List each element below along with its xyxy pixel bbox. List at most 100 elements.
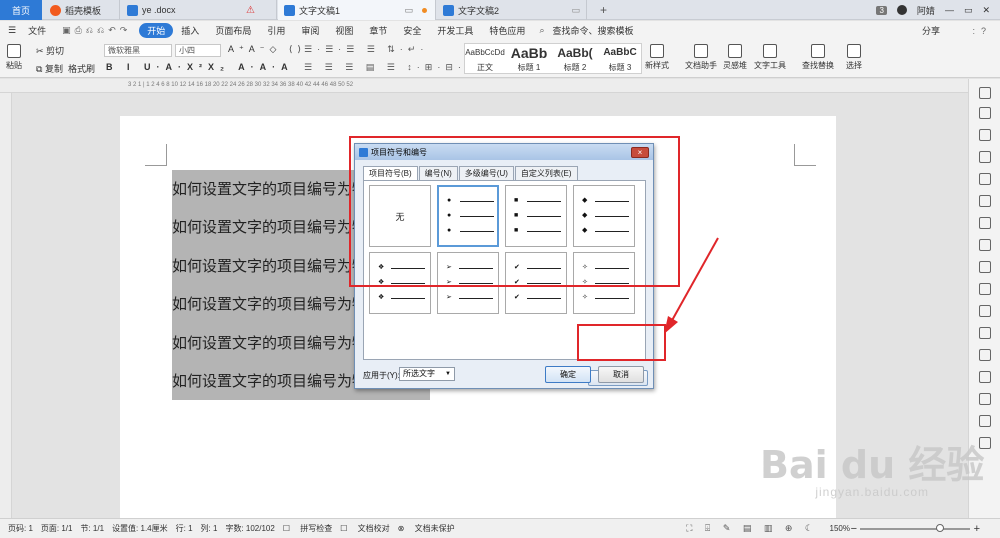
status-position[interactable]: 设置值: 1.4厘米 xyxy=(112,523,168,534)
copy-button[interactable]: ⧉ 复制 xyxy=(36,62,63,75)
menu-references[interactable]: 引用 xyxy=(259,24,293,37)
bullet-option-diamond[interactable]: ◆ ◆ ◆ xyxy=(573,185,635,247)
menu-features[interactable]: 特色应用 xyxy=(481,24,533,37)
select-button[interactable]: 选择 xyxy=(840,44,868,71)
tab-bullets[interactable]: 项目符号(B) xyxy=(363,166,418,181)
tab-docer-templates[interactable]: 稻壳模板 xyxy=(44,0,120,20)
avatar[interactable] xyxy=(896,5,907,15)
dialog-close-button[interactable]: × xyxy=(631,147,649,158)
notification-badge[interactable]: 3 xyxy=(876,5,887,15)
zoom-out-icon[interactable]: − xyxy=(851,523,857,535)
tab-document-2[interactable]: 文字文稿2 ▭ xyxy=(437,0,587,20)
horizontal-ruler[interactable]: 3 2 1 | 1 2 4 6 8 10 12 14 16 18 20 22 2… xyxy=(0,79,968,93)
protection-status[interactable]: ⊗ 文档未保护 xyxy=(398,523,455,534)
font-name-select[interactable]: 微软雅黑 xyxy=(104,44,172,57)
new-tab-button[interactable]: + xyxy=(600,3,607,17)
wand-icon[interactable] xyxy=(979,151,991,163)
ok-button[interactable]: 确定 xyxy=(545,366,591,383)
cursor-icon[interactable] xyxy=(979,107,991,119)
menu-page-layout[interactable]: 页面布局 xyxy=(207,24,259,37)
tab-numbering[interactable]: 编号(N) xyxy=(418,166,458,180)
font-size-select[interactable]: 小四 xyxy=(175,44,221,57)
menu-review[interactable]: 审阅 xyxy=(293,24,327,37)
status-word-count[interactable]: 字数: 102/102 xyxy=(225,523,274,534)
share-button[interactable]: 分享 xyxy=(922,24,940,37)
textbox-icon[interactable] xyxy=(979,261,991,273)
proofread-button[interactable]: ☐ 文档校对 xyxy=(340,523,389,534)
picture-icon[interactable] xyxy=(979,217,991,229)
bullet-option-circle[interactable]: ● ● ● xyxy=(437,185,499,247)
tab-ye-docx[interactable]: ye .docx ⚠ xyxy=(121,0,277,20)
menu-security[interactable]: 安全 xyxy=(395,24,429,37)
monitor-icon[interactable]: ▭ xyxy=(571,5,580,16)
close-icon[interactable]: ✕ xyxy=(982,5,990,16)
new-style-button[interactable]: 新样式 xyxy=(642,44,672,71)
monitor-icon[interactable]: ▭ xyxy=(404,5,413,16)
chart-icon[interactable] xyxy=(979,239,991,251)
format-painter-button[interactable]: 格式刷 xyxy=(68,62,95,75)
menu-view[interactable]: 视图 xyxy=(327,24,361,37)
view-mode-icons[interactable]: ⛶ ⌹ ✎ ▤ ▥ ⊕ ☾ xyxy=(686,523,818,534)
collapse-icon[interactable] xyxy=(979,87,991,99)
quick-access-icons[interactable]: ▣⎙⎌⎌↶↷ xyxy=(54,25,139,36)
bullet-option-none[interactable]: 无 xyxy=(369,185,431,247)
maximize-icon[interactable]: ▭ xyxy=(964,5,973,16)
zoom-in-icon[interactable]: + xyxy=(974,523,980,535)
image-icon[interactable] xyxy=(979,393,991,405)
dialog-title-bar[interactable]: 项目符号和编号 xyxy=(355,144,653,160)
align-tools[interactable]: ☰ ☰ ☰ ▤ ☰ ↕·⊞·⊟· xyxy=(304,62,466,73)
bullet-option-four-diamond[interactable]: ❖ ❖ ❖ xyxy=(369,252,431,314)
spell-check-button[interactable]: ☐ 拼写检查 xyxy=(283,523,332,534)
export-icon[interactable] xyxy=(979,305,991,317)
more-icon[interactable]: : xyxy=(972,26,981,36)
inspiration-button[interactable]: 灵感堆 xyxy=(720,44,750,71)
menu-chapter[interactable]: 章节 xyxy=(361,24,395,37)
style-heading-3[interactable]: AaBbC 标题 3 xyxy=(599,44,641,74)
font-size-tools[interactable]: A⁺A⁻◇ ⟨⟩ xyxy=(228,44,306,55)
status-pages[interactable]: 页面: 1/1 xyxy=(41,523,73,534)
help-icon[interactable] xyxy=(979,437,991,449)
status-page-number[interactable]: 页码: 1 xyxy=(8,523,33,534)
font-style-tools[interactable]: B I U·A·X²X₂ A·A·A xyxy=(106,62,294,72)
table-icon[interactable] xyxy=(979,195,991,207)
menu-developer[interactable]: 开发工具 xyxy=(429,24,481,37)
bullet-option-arrow[interactable]: ➢ ➢ ➢ xyxy=(437,252,499,314)
tab-multilevel[interactable]: 多级编号(U) xyxy=(458,166,514,180)
style-heading-2[interactable]: AaBb( 标题 2 xyxy=(553,44,597,74)
tool-icon[interactable] xyxy=(979,371,991,383)
bullet-option-check[interactable]: ✔ ✔ ✔ xyxy=(505,252,567,314)
paste-button[interactable]: 粘贴 xyxy=(6,44,22,71)
cancel-button[interactable]: 取消 xyxy=(598,366,644,383)
status-row[interactable]: 行: 1 xyxy=(176,523,193,534)
menu-home[interactable]: 开始 xyxy=(139,23,174,38)
command-search[interactable]: 查找命令、搜索模板 xyxy=(544,24,641,37)
translate-icon[interactable] xyxy=(979,349,991,361)
style-heading-1[interactable]: AaBb 标题 1 xyxy=(507,44,551,74)
find-replace-button[interactable]: 查找替换 xyxy=(798,44,838,71)
zoom-slider-knob[interactable] xyxy=(936,524,944,532)
history-icon[interactable] xyxy=(979,415,991,427)
text-tools-button[interactable]: 文字工具 xyxy=(752,44,788,71)
apply-to-select[interactable]: 所选文字 ▼ xyxy=(399,367,455,381)
vertical-ruler[interactable] xyxy=(0,93,12,518)
status-section[interactable]: 节: 1/1 xyxy=(80,523,104,534)
tab-custom-list[interactable]: 自定义列表(E) xyxy=(514,166,578,180)
zoom-level[interactable]: 150% xyxy=(830,524,850,533)
hamburger-icon[interactable]: ☰ xyxy=(0,25,20,36)
tab-home[interactable]: 首页 xyxy=(0,0,42,20)
doc-helper-button[interactable]: 文档助手 xyxy=(684,44,718,71)
share-icon[interactable] xyxy=(979,327,991,339)
menu-insert[interactable]: 插入 xyxy=(173,24,207,37)
list-tools[interactable]: ☰·☰·☰ ☰ ⇅·↵· xyxy=(304,44,428,55)
shapes-icon[interactable] xyxy=(979,129,991,141)
eraser-icon[interactable] xyxy=(979,173,991,185)
status-col[interactable]: 列: 1 xyxy=(201,523,218,534)
bullet-option-star[interactable]: ✧ ✧ ✧ xyxy=(573,252,635,314)
minimize-icon[interactable]: — xyxy=(945,5,954,15)
help-icon[interactable]: ? xyxy=(981,26,992,36)
style-normal[interactable]: AaBbCcDd 正文 xyxy=(465,44,505,74)
user-name[interactable]: 阿婧 xyxy=(917,4,935,17)
menu-file[interactable]: 文件 xyxy=(20,24,54,37)
help-tools[interactable]: :? xyxy=(972,26,992,36)
bullet-option-square[interactable]: ■ ■ ■ xyxy=(505,185,567,247)
